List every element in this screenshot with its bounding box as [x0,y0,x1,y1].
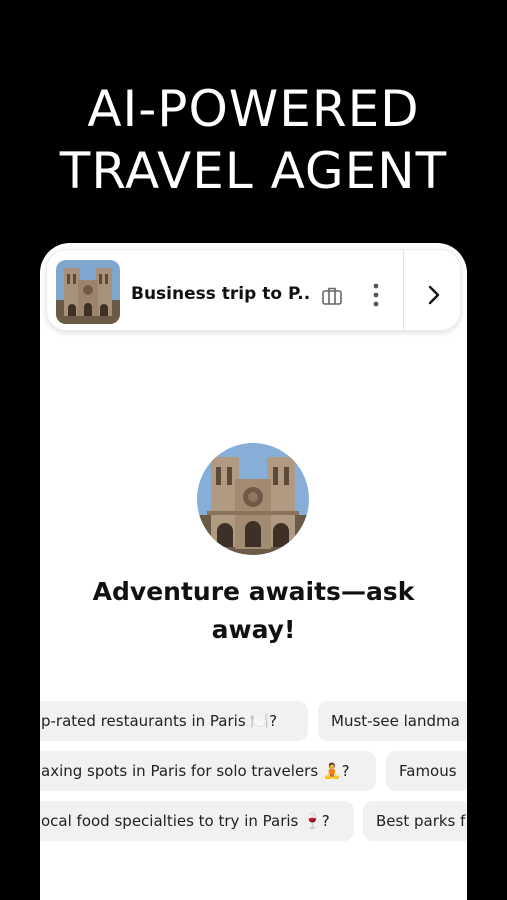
chevron-right-icon[interactable] [427,285,441,305]
suggestion-chip[interactable]: Best parks f [363,801,467,841]
suggestion-chip[interactable]: p-rated restaurants in Paris 🍽️? [40,701,308,741]
suggestion-chip[interactable]: Must-see landma [318,701,467,741]
suggestion-chip[interactable]: axing spots in Paris for solo travelers … [40,751,376,791]
suggestion-chip[interactable]: ocal food specialties to try in Paris 🍷? [40,801,354,841]
prompt-title: Adventure awaits—ask away! [92,577,415,644]
promo-headline: AI-POWERED TRAVEL AGENT [0,78,507,202]
trip-thumbnail[interactable] [56,260,120,324]
destination-avatar [197,443,309,555]
suggestion-chip[interactable]: Famous [386,751,467,791]
more-vertical-icon[interactable] [373,283,379,307]
app-screen: Business trip to P... Adventure awaits—a… [40,243,467,900]
trip-header: Business trip to P... [46,249,461,332]
headline-line-1: AI-POWERED [87,80,420,138]
headline-line-2: TRAVEL AGENT [59,142,448,200]
header-divider [403,250,404,332]
briefcase-icon[interactable] [321,286,343,306]
trip-title[interactable]: Business trip to P... [131,284,311,304]
